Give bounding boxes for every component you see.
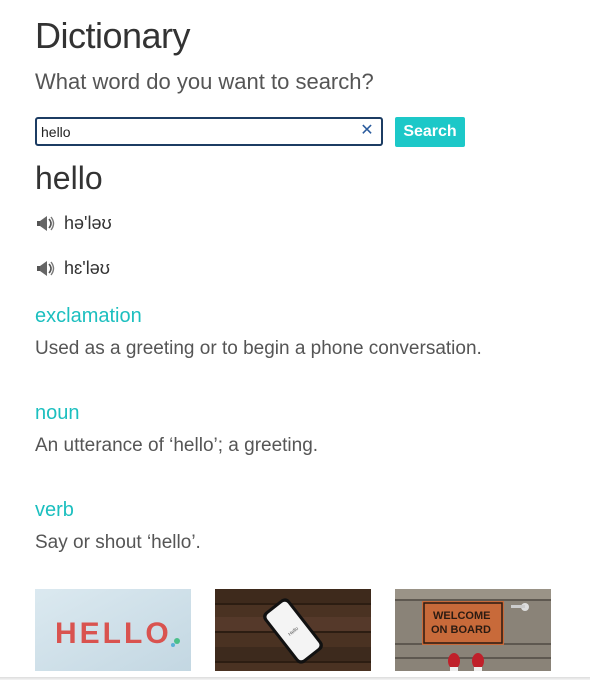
speaker-icon[interactable]: [36, 214, 56, 232]
search-box: ✕: [35, 117, 383, 146]
definition-text: Used as a greeting or to begin a phone c…: [35, 338, 482, 359]
result-word: hello: [35, 160, 103, 196]
image-text: HELLO: [55, 617, 172, 650]
welcome-mat-image[interactable]: WELCOME ON BOARD: [395, 589, 551, 671]
part-of-speech-exclamation: exclamation: [35, 305, 142, 327]
phone-on-wood-image[interactable]: Hello: [215, 589, 371, 671]
part-of-speech-verb: verb: [35, 499, 74, 521]
page-subtitle: What word do you want to search?: [35, 69, 374, 94]
search-button[interactable]: Search: [395, 117, 465, 147]
speaker-icon[interactable]: [36, 259, 56, 277]
phonetic-row: hə'ləʊ: [36, 214, 112, 232]
phonetic-text: hə'ləʊ: [64, 213, 112, 233]
close-icon[interactable]: ✕: [360, 123, 374, 139]
page-title: Dictionary: [35, 15, 191, 56]
definition-text: Say or shout ‘hello’.: [35, 532, 201, 553]
part-of-speech-noun: noun: [35, 402, 80, 424]
phonetic-text: hɛ'ləʊ: [64, 258, 110, 278]
dictionary-page: Dictionary What word do you want to sear…: [0, 0, 590, 680]
definition-text: An utterance of ‘hello’; a greeting.: [35, 435, 319, 456]
hello-letters-image[interactable]: HELLO: [35, 589, 191, 671]
phonetic-row: hɛ'ləʊ: [36, 259, 110, 277]
search-input[interactable]: [41, 122, 351, 141]
